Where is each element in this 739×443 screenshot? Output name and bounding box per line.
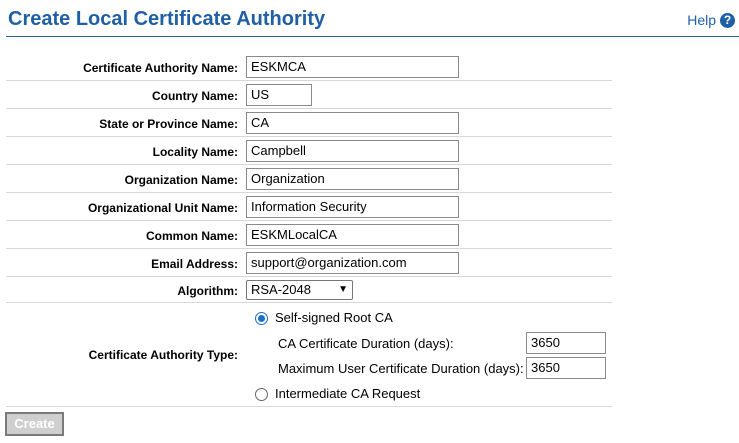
intermediate-label: Intermediate CA Request [275, 386, 421, 401]
ca-name-label: Certificate Authority Name: [83, 61, 238, 75]
intermediate-radio[interactable] [255, 388, 268, 401]
page-header: Create Local Certificate Authority Help … [6, 0, 739, 37]
email-input[interactable]: support@organization.com [246, 252, 459, 274]
question-circle-icon: ? [720, 12, 735, 28]
locality-label: Locality Name: [152, 145, 238, 159]
ca-duration-input[interactable]: 3650 [526, 332, 606, 354]
ca-duration-label: CA Certificate Duration (days): [278, 336, 454, 351]
state-input[interactable]: CA [246, 112, 459, 134]
max-user-duration-input[interactable]: 3650 [526, 357, 606, 379]
self-signed-label: Self-signed Root CA [275, 310, 393, 325]
org-unit-input[interactable]: Information Security [246, 196, 459, 218]
ca-name-input[interactable]: ESKMCA [246, 56, 459, 78]
org-label: Organization Name: [124, 173, 238, 187]
org-unit-label: Organizational Unit Name: [87, 201, 238, 215]
help-link[interactable]: Help ? [687, 12, 735, 28]
algorithm-select[interactable]: RSA-2048 ▼ [246, 280, 353, 300]
email-label: Email Address: [151, 257, 238, 271]
max-user-duration-label: Maximum User Certificate Duration (days)… [278, 361, 524, 376]
state-label: State or Province Name: [99, 117, 238, 131]
algorithm-label: Algorithm: [177, 284, 238, 298]
org-input[interactable]: Organization [246, 168, 459, 190]
ca-type-label: Certificate Authority Type: [88, 348, 238, 362]
algorithm-value: RSA-2048 [251, 282, 311, 297]
common-name-label: Common Name: [145, 229, 238, 243]
country-input[interactable]: US [246, 84, 312, 106]
common-name-input[interactable]: ESKMLocalCA [246, 224, 459, 246]
country-label: Country Name: [151, 89, 238, 103]
create-button[interactable]: Create [5, 412, 64, 436]
chevron-down-icon: ▼ [338, 284, 348, 295]
page-title: Create Local Certificate Authority [8, 8, 326, 30]
self-signed-radio[interactable] [255, 312, 268, 325]
help-label: Help [687, 12, 716, 28]
locality-input[interactable]: Campbell [246, 140, 459, 162]
